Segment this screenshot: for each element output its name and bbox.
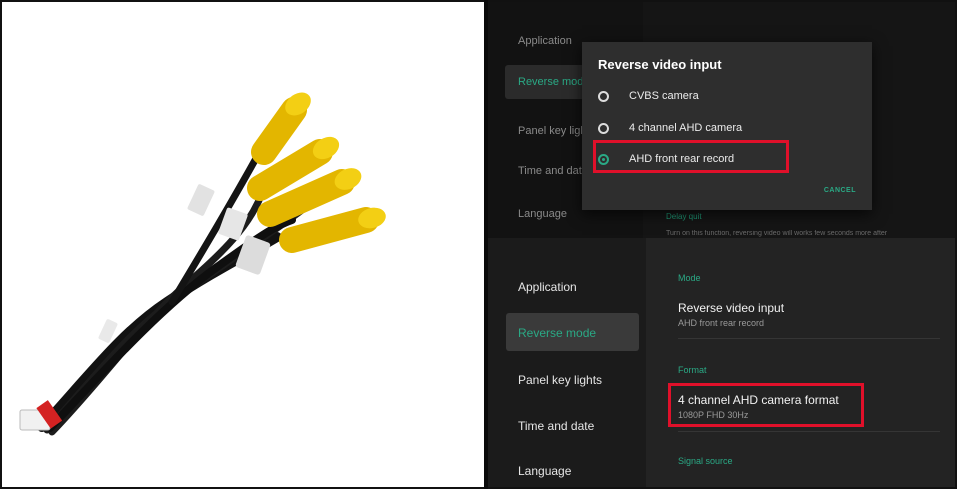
bottom-sidebar-item-reverse-mode[interactable]: Reverse mode: [518, 326, 596, 340]
top-sidebar-item-language[interactable]: Language: [518, 208, 567, 220]
option-label: 4 channel AHD camera: [629, 122, 743, 134]
bottom-settings-screen: Application Reverse mode Panel key light…: [488, 238, 955, 487]
bottom-sidebar-item-language[interactable]: Language: [518, 464, 571, 478]
radio-unselected-icon[interactable]: [598, 90, 609, 102]
reverse-video-input-title[interactable]: Reverse video input: [678, 301, 784, 315]
cancel-button[interactable]: CANCEL: [824, 187, 856, 194]
reverse-video-input-dialog: Reverse video input CVBS camera 4 channe…: [582, 42, 872, 210]
option-4-channel-ahd-camera[interactable]: 4 channel AHD camera: [598, 118, 742, 138]
bottom-sidebar: Application Reverse mode Panel key light…: [488, 238, 646, 487]
option-cvbs-camera[interactable]: CVBS camera: [598, 86, 699, 106]
settings-detail-panel: Mode Reverse video input AHD front rear …: [646, 238, 955, 487]
section-signal-source: Signal source: [678, 456, 733, 466]
top-settings-screen: Application Reverse mode Panel key light…: [488, 2, 955, 238]
divider: [678, 338, 940, 339]
highlight-box-format: [668, 383, 864, 427]
reverse-video-input-value: AHD front rear record: [678, 318, 765, 328]
radio-unselected-icon[interactable]: [598, 122, 609, 134]
top-sidebar-item-application[interactable]: Application: [518, 35, 572, 47]
divider: [678, 431, 940, 432]
option-label: CVBS camera: [629, 90, 699, 102]
top-sidebar-item-time-and-date[interactable]: Time and date: [518, 165, 588, 177]
top-sidebar-item-reverse-mode[interactable]: Reverse mode: [518, 76, 590, 88]
bottom-sidebar-item-application[interactable]: Application: [518, 280, 577, 294]
bottom-sidebar-item-panel-key-lights[interactable]: Panel key lights: [518, 373, 602, 387]
bottom-sidebar-item-time-and-date[interactable]: Time and date: [518, 419, 594, 433]
dialog-title: Reverse video input: [598, 57, 722, 72]
highlight-box-selected-option: [593, 140, 789, 173]
delay-quit-label: Delay quit: [666, 212, 702, 221]
section-format: Format: [678, 365, 707, 375]
rca-cable-photo: [2, 2, 484, 487]
delay-quit-description: Turn on this function, reversing video w…: [666, 230, 888, 237]
section-mode: Mode: [678, 273, 701, 283]
